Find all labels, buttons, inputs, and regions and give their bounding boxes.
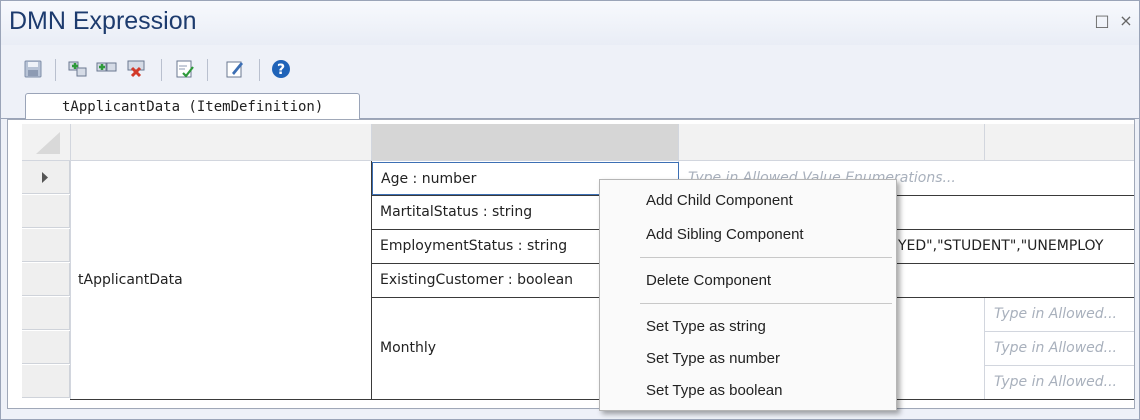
expression-grid: tApplicantData Age : number MartitalStat… xyxy=(7,119,1135,409)
menu-delete-component[interactable]: Delete Component xyxy=(600,266,896,296)
grid-line xyxy=(984,124,985,160)
save-icon xyxy=(24,60,42,78)
svg-text:?: ? xyxy=(277,62,285,78)
grid-line xyxy=(984,331,1134,332)
grid-line xyxy=(984,365,1134,366)
edit-icon xyxy=(226,61,243,78)
tab-strip: tApplicantData (ItemDefinition) xyxy=(1,91,1139,120)
row-pointer-icon xyxy=(42,172,48,183)
toolbar-separator xyxy=(259,59,260,81)
tab-tapplicantdata[interactable]: tApplicantData (ItemDefinition) xyxy=(25,93,360,120)
toolbar-separator xyxy=(207,59,208,81)
title-bar: DMN Expression □ × xyxy=(1,1,1139,45)
menu-separator xyxy=(640,303,892,304)
row-header[interactable] xyxy=(22,263,70,296)
dmn-expression-window: DMN Expression □ × ? tApplicantData (Ite… xyxy=(0,0,1140,420)
grid-line xyxy=(371,161,372,400)
add-sibling-icon xyxy=(96,62,117,72)
toolbar: ? xyxy=(1,49,1139,91)
menu-set-type-boolean[interactable]: Set Type as boolean xyxy=(600,376,896,406)
add-child-button[interactable] xyxy=(67,57,91,81)
component-existingcustomer[interactable]: ExistingCustomer : boolean xyxy=(380,272,606,288)
toolbar-separator xyxy=(55,59,56,81)
row-header[interactable] xyxy=(22,297,70,330)
row-header[interactable] xyxy=(22,365,70,398)
help-button[interactable]: ? xyxy=(269,57,293,81)
column-header-values[interactable] xyxy=(679,124,984,160)
context-menu: Add Child Component Add Sibling Componen… xyxy=(599,179,897,411)
employment-allowed-values[interactable]: YED","STUDENT","UNEMPLOY xyxy=(898,238,1134,254)
component-maritalstatus[interactable]: MartitalStatus : string xyxy=(380,204,606,220)
menu-separator xyxy=(640,257,892,258)
column-header-extra[interactable] xyxy=(985,124,1134,160)
help-icon: ? xyxy=(272,60,290,78)
row-header[interactable] xyxy=(22,331,70,364)
delete-icon xyxy=(127,60,145,78)
row-header-selected[interactable] xyxy=(22,161,70,194)
nested-allowed-values-input[interactable]: Type in Allowed... xyxy=(994,374,1134,390)
window-title: DMN Expression xyxy=(9,7,197,35)
grid-line xyxy=(70,124,71,400)
menu-set-type-number[interactable]: Set Type as number xyxy=(600,344,896,374)
menu-add-child-component[interactable]: Add Child Component xyxy=(600,186,896,216)
menu-set-type-string[interactable]: Set Type as string xyxy=(600,312,896,342)
toolbar-separator xyxy=(161,59,162,81)
corner-header[interactable] xyxy=(22,124,70,160)
nested-allowed-values-input[interactable]: Type in Allowed... xyxy=(994,306,1134,322)
column-header-component[interactable] xyxy=(372,124,678,160)
column-header-name[interactable] xyxy=(71,124,371,160)
row-header[interactable] xyxy=(22,229,70,262)
close-button[interactable]: × xyxy=(1117,11,1135,30)
row-header[interactable] xyxy=(22,195,70,228)
component-monthly[interactable]: Monthly xyxy=(380,340,606,356)
nested-allowed-values-input[interactable]: Type in Allowed... xyxy=(994,340,1134,356)
grid-line xyxy=(22,160,1134,161)
item-definition-name[interactable]: tApplicantData xyxy=(78,272,183,288)
save-button[interactable] xyxy=(21,57,45,81)
edit-button[interactable] xyxy=(223,57,247,81)
delete-button[interactable] xyxy=(125,57,149,81)
add-sibling-button[interactable] xyxy=(95,57,119,81)
menu-add-sibling-component[interactable]: Add Sibling Component xyxy=(600,220,896,250)
grid-line xyxy=(984,297,985,400)
validate-button[interactable] xyxy=(173,57,197,81)
select-all-corner-icon xyxy=(36,132,60,154)
add-child-icon xyxy=(68,61,87,77)
validate-icon xyxy=(176,60,194,78)
maximize-button[interactable]: □ xyxy=(1093,11,1111,30)
component-employmentstatus[interactable]: EmploymentStatus : string xyxy=(380,238,606,254)
